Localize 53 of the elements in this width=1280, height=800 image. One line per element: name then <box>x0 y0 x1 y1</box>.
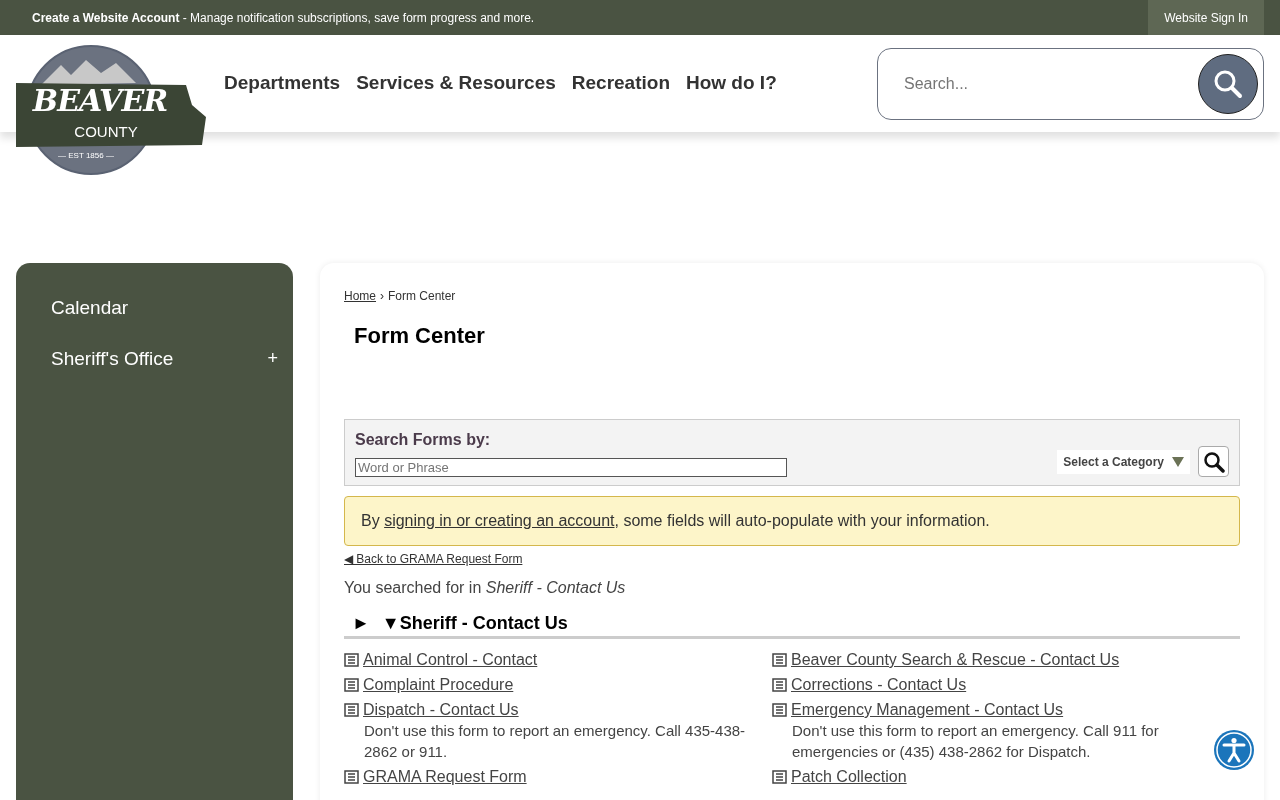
nav-link[interactable]: How do I? <box>686 69 777 98</box>
form-link[interactable]: Complaint Procedure <box>363 674 514 695</box>
document-icon <box>344 702 359 717</box>
form-link[interactable]: GRAMA Request Form <box>363 766 527 787</box>
section-title: Sheriff - Contact Us <box>399 612 568 634</box>
page-title: Form Center <box>354 323 485 348</box>
collapse-marker[interactable]: ► <box>352 612 370 634</box>
dropdown-arrow-icon <box>1172 456 1184 467</box>
document-icon <box>772 677 787 692</box>
breadcrumb-link[interactable]: Home <box>344 289 376 303</box>
form-link[interactable]: Emergency Management - Contact Us <box>791 699 1064 720</box>
expand-toggle[interactable]: + <box>267 345 278 373</box>
form-description: Don't use this form to report an emergency. Call 911 for emergencies or (435) 438-2862 for Dispatch. <box>791 721 1160 762</box>
expand-marker[interactable]: ▼ <box>381 612 400 634</box>
search-forms-label: Search Forms by: <box>355 430 491 450</box>
form-link[interactable]: Dispatch - Contact Us <box>363 699 519 720</box>
search-button[interactable] <box>1198 53 1258 114</box>
account-description: - Manage notification subscriptions, save form progress and more. <box>181 9 535 27</box>
accessibility-icon[interactable] <box>1214 730 1254 770</box>
sign-in-link[interactable]: signing in or creating an account <box>384 512 615 529</box>
sign-in-button[interactable]: Website Sign In <box>1148 0 1264 35</box>
logo-subtitle: COUNTY <box>73 123 139 140</box>
search-summary: You searched for in Sheriff - Contact Us <box>344 578 627 598</box>
document-icon <box>344 769 359 784</box>
document-icon <box>772 769 787 784</box>
nav-link[interactable]: Services & Resources <box>356 69 556 98</box>
sidebar-item[interactable]: Sheriff's Office + <box>16 333 293 384</box>
document-icon <box>344 652 359 667</box>
nav-link[interactable]: Departments <box>224 69 341 98</box>
sign-in-notice: By signing in or creating an account, some fields will auto-populate with your information. <box>344 496 1240 546</box>
document-icon <box>344 677 359 692</box>
form-link[interactable]: Corrections - Contact Us <box>791 674 967 695</box>
document-icon <box>772 702 787 717</box>
search-icon <box>1213 68 1243 99</box>
search-forms-button[interactable] <box>1198 446 1229 477</box>
logo-established: — EST 1856 — <box>57 151 115 161</box>
form-link[interactable]: Patch Collection <box>791 766 907 787</box>
category-dropdown[interactable]: Select a Category <box>1057 449 1190 474</box>
create-account-link[interactable]: Create a Website Account <box>32 8 180 27</box>
breadcrumb-current: Form Center <box>388 289 456 303</box>
logo-emblem-drawing[interactable] <box>16 45 206 177</box>
logo-title: BEAVER <box>31 82 169 120</box>
word-or-phrase-field[interactable]: Word or Phrase <box>355 458 787 477</box>
document-icon <box>772 652 787 667</box>
sidebar-item[interactable]: Calendar <box>16 283 293 334</box>
nav-link[interactable]: Recreation <box>571 69 670 98</box>
form-link[interactable]: Animal Control - Contact <box>363 649 538 670</box>
search-icon <box>1202 450 1225 473</box>
form-description: Don't use this form to report an emergency. Call 435-438-2862 or 911. <box>363 721 747 762</box>
back-link[interactable]: ◀ Back to GRAMA Request Form <box>344 552 523 566</box>
form-link[interactable]: Beaver County Search & Rescue - Contact Us <box>791 649 1120 670</box>
breadcrumb-separator: › <box>380 289 384 303</box>
search-field[interactable]: Search... <box>877 47 1264 120</box>
